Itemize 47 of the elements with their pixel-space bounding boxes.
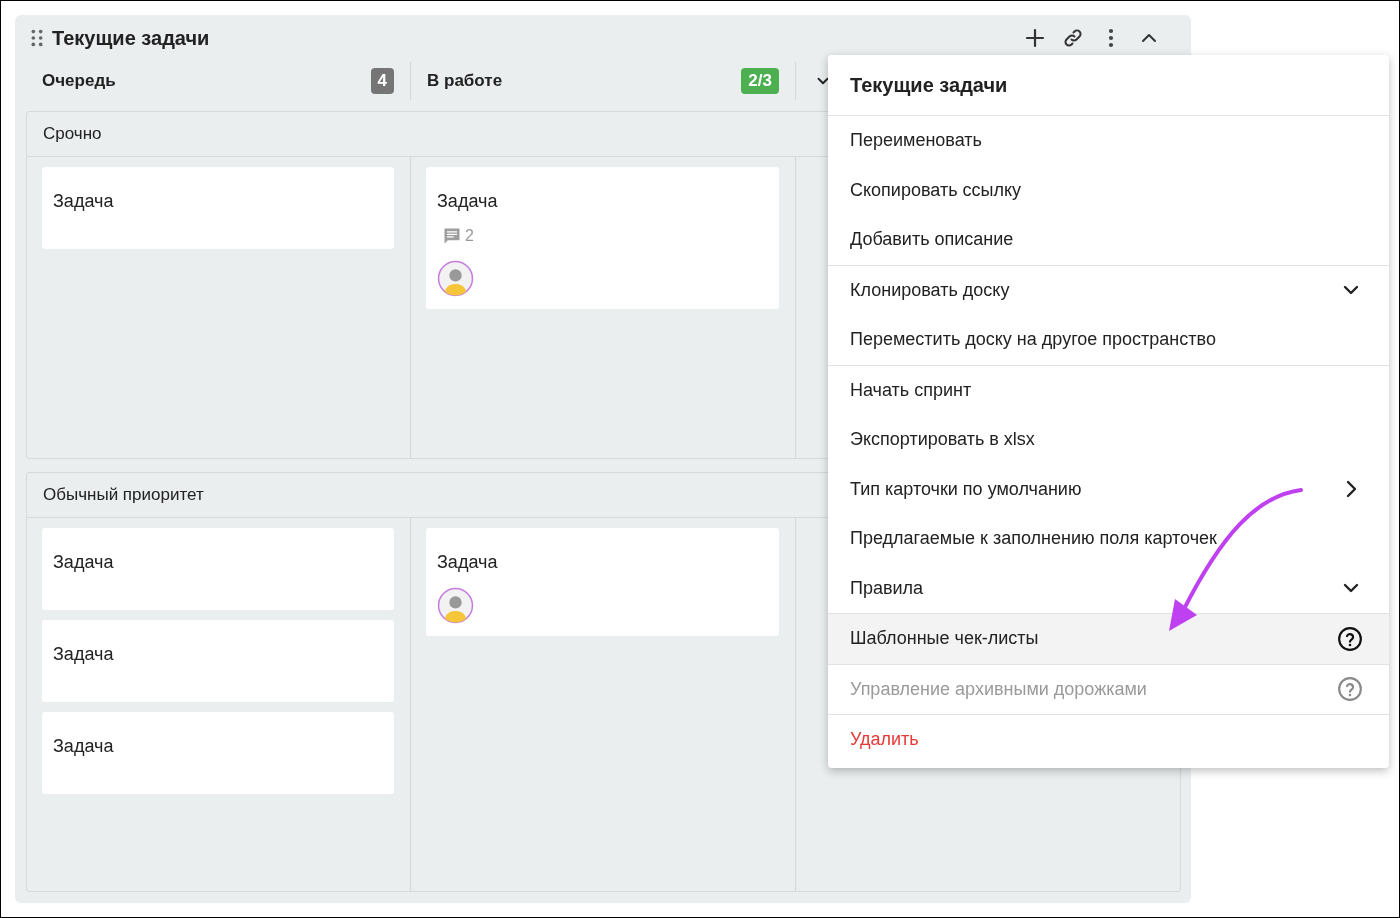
menu-item-label: Переименовать [850,130,982,152]
menu-item-label: Экспортировать в xlsx [850,429,1035,451]
add-button[interactable] [1023,26,1047,50]
menu-item-label: Начать спринт [850,379,972,401]
board-title: Текущие задачи [52,26,210,50]
card-title: Задача [53,644,115,665]
card-title: Задача [437,191,499,212]
column-title: В работе [427,71,503,91]
help-icon [1337,625,1363,652]
menu-title: Текущие задачи [849,72,1009,98]
menu-item-label: Клонировать доску [850,279,1010,301]
task-card[interactable]: Задача [42,712,394,794]
menu-item-label: Скопировать ссылку [850,179,1022,201]
count-badge: 2/3 [741,68,779,94]
menu-item-label: Шаблонные чек-листы [850,628,1039,650]
menu-item[interactable]: Переместить доску на другое пространство [828,315,1389,365]
count-badge: 4 [370,68,394,94]
menu-item[interactable]: Добавить описание [828,215,1389,265]
more-vertical-icon [1108,27,1114,49]
task-card[interactable]: Задача [426,528,779,636]
task-card[interactable]: Задача [42,528,394,610]
menu-item-label: Тип карточки по умолчанию [850,478,1082,500]
task-card[interactable]: Задача [42,167,394,249]
card-title: Задача [53,191,115,212]
menu-item[interactable]: Экспортировать в xlsx [828,415,1389,465]
comment-count: 2 [465,227,474,245]
task-card[interactable]: Задача 2 [426,167,779,309]
card-title: Задача [53,552,115,573]
menu-item[interactable]: Правила [828,563,1389,613]
menu-item-label: Управление архивными дорожками [850,678,1147,700]
plus-icon [1023,26,1047,50]
task-card[interactable]: Задача [42,620,394,702]
menu-item-label: Удалить [850,729,919,751]
menu-item[interactable]: Клонировать доску [828,265,1389,315]
menu-item-label: Переместить доску на другое пространство [850,329,1216,351]
card-title: Задача [53,736,115,757]
comment-icon [442,226,462,246]
column-title: Очередь [42,71,116,91]
menu-item-label: Предлагаемые к заполнению поля карточек [850,528,1217,550]
card-title: Задача [437,552,499,573]
help-icon [1337,676,1363,703]
menu-item[interactable]: Шаблонные чек-листы [828,614,1389,664]
menu-item-label: Правила [850,577,924,599]
menu-item[interactable]: Удалить [828,715,1389,765]
menu-item[interactable]: Начать спринт [828,365,1389,415]
menu-item[interactable]: Скопировать ссылку [828,165,1389,215]
menu-item-label: Добавить описание [850,229,1014,251]
